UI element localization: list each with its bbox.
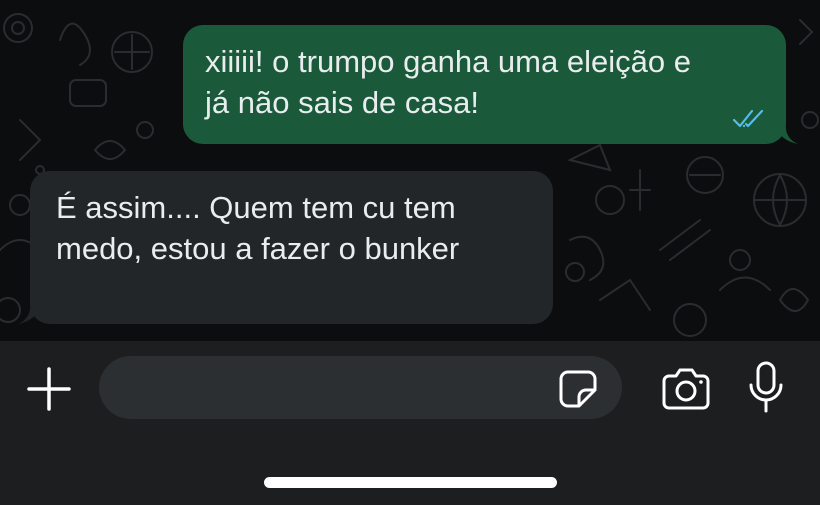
- home-indicator[interactable]: [264, 477, 557, 488]
- plus-icon[interactable]: [26, 366, 72, 412]
- incoming-message-line-1: É assim.... Quem tem cu tem: [56, 190, 456, 225]
- incoming-message-line-2: medo, estou a fazer o bunker: [56, 231, 460, 266]
- outgoing-message-bubble[interactable]: xiiiii! o trumpo ganha uma eleição e já …: [183, 25, 798, 144]
- camera-icon[interactable]: [660, 367, 712, 411]
- message-composer: [0, 341, 820, 505]
- chat-area: xiiiii! o trumpo ganha uma eleição e já …: [0, 0, 820, 341]
- bubble-tail: [18, 302, 42, 324]
- sticker-icon[interactable]: [558, 369, 598, 409]
- outgoing-message-line-1: xiiiii! o trumpo ganha uma eleição e: [205, 44, 691, 79]
- bubble-tail: [774, 122, 798, 144]
- microphone-icon[interactable]: [748, 361, 784, 413]
- outgoing-message-line-2: já não sais de casa!: [205, 85, 480, 120]
- double-check-icon: [732, 109, 764, 128]
- message-input[interactable]: [99, 356, 622, 419]
- incoming-message-bubble[interactable]: É assim.... Quem tem cu tem medo, estou …: [18, 171, 553, 324]
